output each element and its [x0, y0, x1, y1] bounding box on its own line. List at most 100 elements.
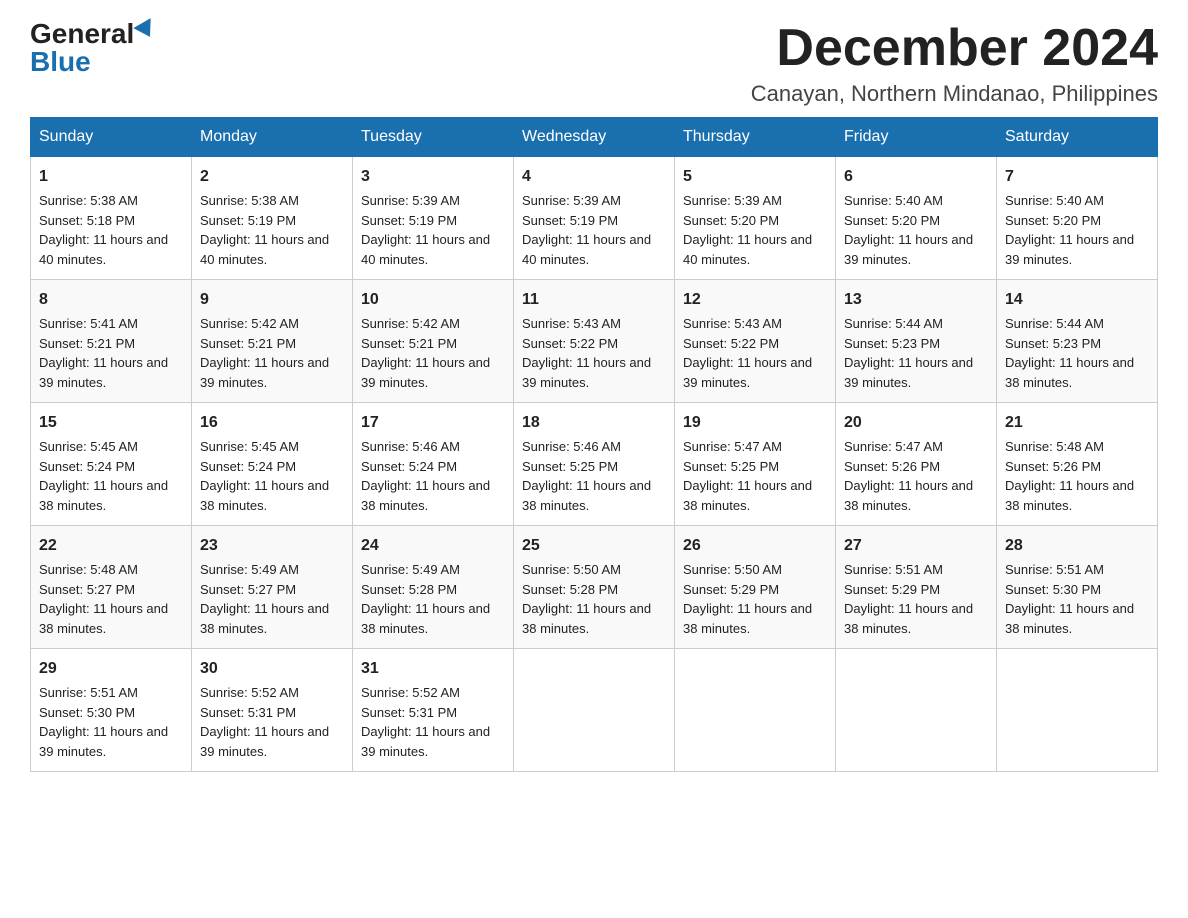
calendar-cell: 23 Sunrise: 5:49 AM Sunset: 5:27 PM Dayligh… [192, 526, 353, 649]
day-sunset: Sunset: 5:20 PM [844, 213, 940, 228]
day-daylight: Daylight: 11 hours and 38 minutes. [200, 601, 329, 636]
day-sunset: Sunset: 5:30 PM [39, 705, 135, 720]
day-sunset: Sunset: 5:23 PM [844, 336, 940, 351]
day-number: 24 [361, 534, 505, 558]
day-daylight: Daylight: 11 hours and 38 minutes. [361, 601, 490, 636]
calendar-header-wednesday: Wednesday [514, 118, 675, 157]
day-number: 7 [1005, 165, 1149, 189]
day-daylight: Daylight: 11 hours and 38 minutes. [844, 601, 973, 636]
calendar-cell: 22Sunrise: 5:48 AMSunset: 5:27 PMDayligh… [31, 526, 192, 649]
calendar-header-sunday: Sunday [31, 118, 192, 157]
day-number: 16 [200, 411, 344, 435]
day-daylight: Daylight: 11 hours and 39 minutes. [683, 355, 812, 390]
day-number: 20 [844, 411, 988, 435]
calendar-cell: 9Sunrise: 5:42 AMSunset: 5:21 PMDaylight… [192, 280, 353, 403]
day-sunrise: Sunrise: 5:44 AM [844, 316, 943, 331]
calendar-cell: 10Sunrise: 5:42 AMSunset: 5:21 PMDayligh… [353, 280, 514, 403]
calendar-cell: 24Sunrise: 5:49 AMSunset: 5:28 PMDayligh… [353, 526, 514, 649]
day-sunset: Sunset: 5:24 PM [361, 459, 457, 474]
day-daylight: Daylight: 11 hours and 39 minutes. [200, 724, 329, 759]
logo-blue-text: Blue [30, 48, 91, 76]
day-sunset: Sunset: 5:18 PM [39, 213, 135, 228]
day-sunset: Sunset: 5:25 PM [683, 459, 779, 474]
day-number: 30 [200, 657, 344, 681]
day-daylight: Daylight: 11 hours and 39 minutes. [361, 355, 490, 390]
day-sunset: Sunset: 5:27 PM [39, 582, 135, 597]
location-title: Canayan, Northern Mindanao, Philippines [751, 81, 1158, 107]
day-daylight: Daylight: 11 hours and 38 minutes. [39, 601, 168, 636]
calendar-header-thursday: Thursday [675, 118, 836, 157]
day-sunrise: Sunrise: 5:49 AM [361, 562, 460, 577]
day-sunrise: Sunrise: 5:46 AM [522, 439, 621, 454]
day-daylight: Daylight: 11 hours and 38 minutes. [683, 478, 812, 513]
day-sunset: Sunset: 5:31 PM [361, 705, 457, 720]
calendar-cell: 29Sunrise: 5:51 AMSunset: 5:30 PMDayligh… [31, 649, 192, 772]
calendar-cell: 18Sunrise: 5:46 AMSunset: 5:25 PMDayligh… [514, 403, 675, 526]
day-sunrise: Sunrise: 5:51 AM [39, 685, 138, 700]
day-sunrise: Sunrise: 5:39 AM [361, 193, 460, 208]
day-sunrise: Sunrise: 5:45 AM [200, 439, 299, 454]
day-number: 28 [1005, 534, 1149, 558]
day-sunset: Sunset: 5:20 PM [1005, 213, 1101, 228]
day-sunrise: Sunrise: 5:38 AM [200, 193, 299, 208]
day-sunset: Sunset: 5:27 PM [200, 582, 296, 597]
calendar-cell: 7Sunrise: 5:40 AMSunset: 5:20 PMDaylight… [997, 157, 1158, 280]
day-sunrise: Sunrise: 5:40 AM [844, 193, 943, 208]
logo-triangle-icon [134, 18, 159, 42]
calendar-cell: 12Sunrise: 5:43 AMSunset: 5:22 PMDayligh… [675, 280, 836, 403]
calendar-week-row: 15 Sunrise: 5:45 AM Sunset: 5:24 PM Dayligh… [31, 403, 1158, 526]
day-sunset: Sunset: 5:25 PM [522, 459, 618, 474]
calendar-week-row: 1 Sunrise: 5:38 AM Sunset: 5:18 PM Daylight… [31, 157, 1158, 280]
day-daylight: Daylight: 11 hours and 38 minutes. [522, 478, 651, 513]
day-number: 23 [200, 534, 344, 558]
calendar-cell: 25Sunrise: 5:50 AMSunset: 5:28 PMDayligh… [514, 526, 675, 649]
day-number: 21 [1005, 411, 1149, 435]
day-daylight: Daylight: 11 hours and 39 minutes. [361, 724, 490, 759]
day-sunrise: Sunrise: 5:50 AM [683, 562, 782, 577]
day-sunrise: Sunrise: 5:51 AM [1005, 562, 1104, 577]
day-sunset: Sunset: 5:19 PM [361, 213, 457, 228]
day-daylight: Daylight: 11 hours and 38 minutes. [844, 478, 973, 513]
calendar-cell: 31Sunrise: 5:52 AMSunset: 5:31 PMDayligh… [353, 649, 514, 772]
calendar-header-monday: Monday [192, 118, 353, 157]
day-number: 5 [683, 165, 827, 189]
calendar-cell: 5Sunrise: 5:39 AMSunset: 5:20 PMDaylight… [675, 157, 836, 280]
day-daylight: Daylight: 11 hours and 38 minutes. [1005, 601, 1134, 636]
calendar-cell [997, 649, 1158, 772]
calendar-cell: 14Sunrise: 5:44 AMSunset: 5:23 PMDayligh… [997, 280, 1158, 403]
day-sunset: Sunset: 5:24 PM [200, 459, 296, 474]
day-number: 2 [200, 165, 344, 189]
day-daylight: Daylight: 11 hours and 38 minutes. [361, 478, 490, 513]
day-number: 1 [39, 165, 183, 189]
calendar-cell [514, 649, 675, 772]
month-title: December 2024 [751, 20, 1158, 77]
day-sunrise: Sunrise: 5:49 AM [200, 562, 299, 577]
day-sunrise: Sunrise: 5:43 AM [683, 316, 782, 331]
day-sunset: Sunset: 5:30 PM [1005, 582, 1101, 597]
day-sunrise: Sunrise: 5:44 AM [1005, 316, 1104, 331]
calendar-cell [675, 649, 836, 772]
calendar-cell: 1 Sunrise: 5:38 AM Sunset: 5:18 PM Daylight… [31, 157, 192, 280]
day-number: 17 [361, 411, 505, 435]
day-number: 15 [39, 411, 183, 435]
calendar-cell: 3Sunrise: 5:39 AMSunset: 5:19 PMDaylight… [353, 157, 514, 280]
day-sunset: Sunset: 5:21 PM [39, 336, 135, 351]
day-daylight: Daylight: 11 hours and 38 minutes. [1005, 478, 1134, 513]
day-sunrise: Sunrise: 5:50 AM [522, 562, 621, 577]
day-daylight: Daylight: 11 hours and 40 minutes. [39, 232, 168, 267]
day-sunset: Sunset: 5:29 PM [683, 582, 779, 597]
day-daylight: Daylight: 11 hours and 39 minutes. [522, 355, 651, 390]
day-sunset: Sunset: 5:21 PM [361, 336, 457, 351]
day-sunrise: Sunrise: 5:48 AM [1005, 439, 1104, 454]
day-number: 3 [361, 165, 505, 189]
calendar-cell: 11Sunrise: 5:43 AMSunset: 5:22 PMDayligh… [514, 280, 675, 403]
calendar-cell: 6Sunrise: 5:40 AMSunset: 5:20 PMDaylight… [836, 157, 997, 280]
calendar-week-row: 29Sunrise: 5:51 AMSunset: 5:30 PMDayligh… [31, 649, 1158, 772]
day-sunset: Sunset: 5:20 PM [683, 213, 779, 228]
day-sunset: Sunset: 5:19 PM [200, 213, 296, 228]
day-number: 6 [844, 165, 988, 189]
day-sunrise: Sunrise: 5:38 AM [39, 193, 138, 208]
day-sunset: Sunset: 5:19 PM [522, 213, 618, 228]
day-number: 11 [522, 288, 666, 312]
day-sunset: Sunset: 5:23 PM [1005, 336, 1101, 351]
